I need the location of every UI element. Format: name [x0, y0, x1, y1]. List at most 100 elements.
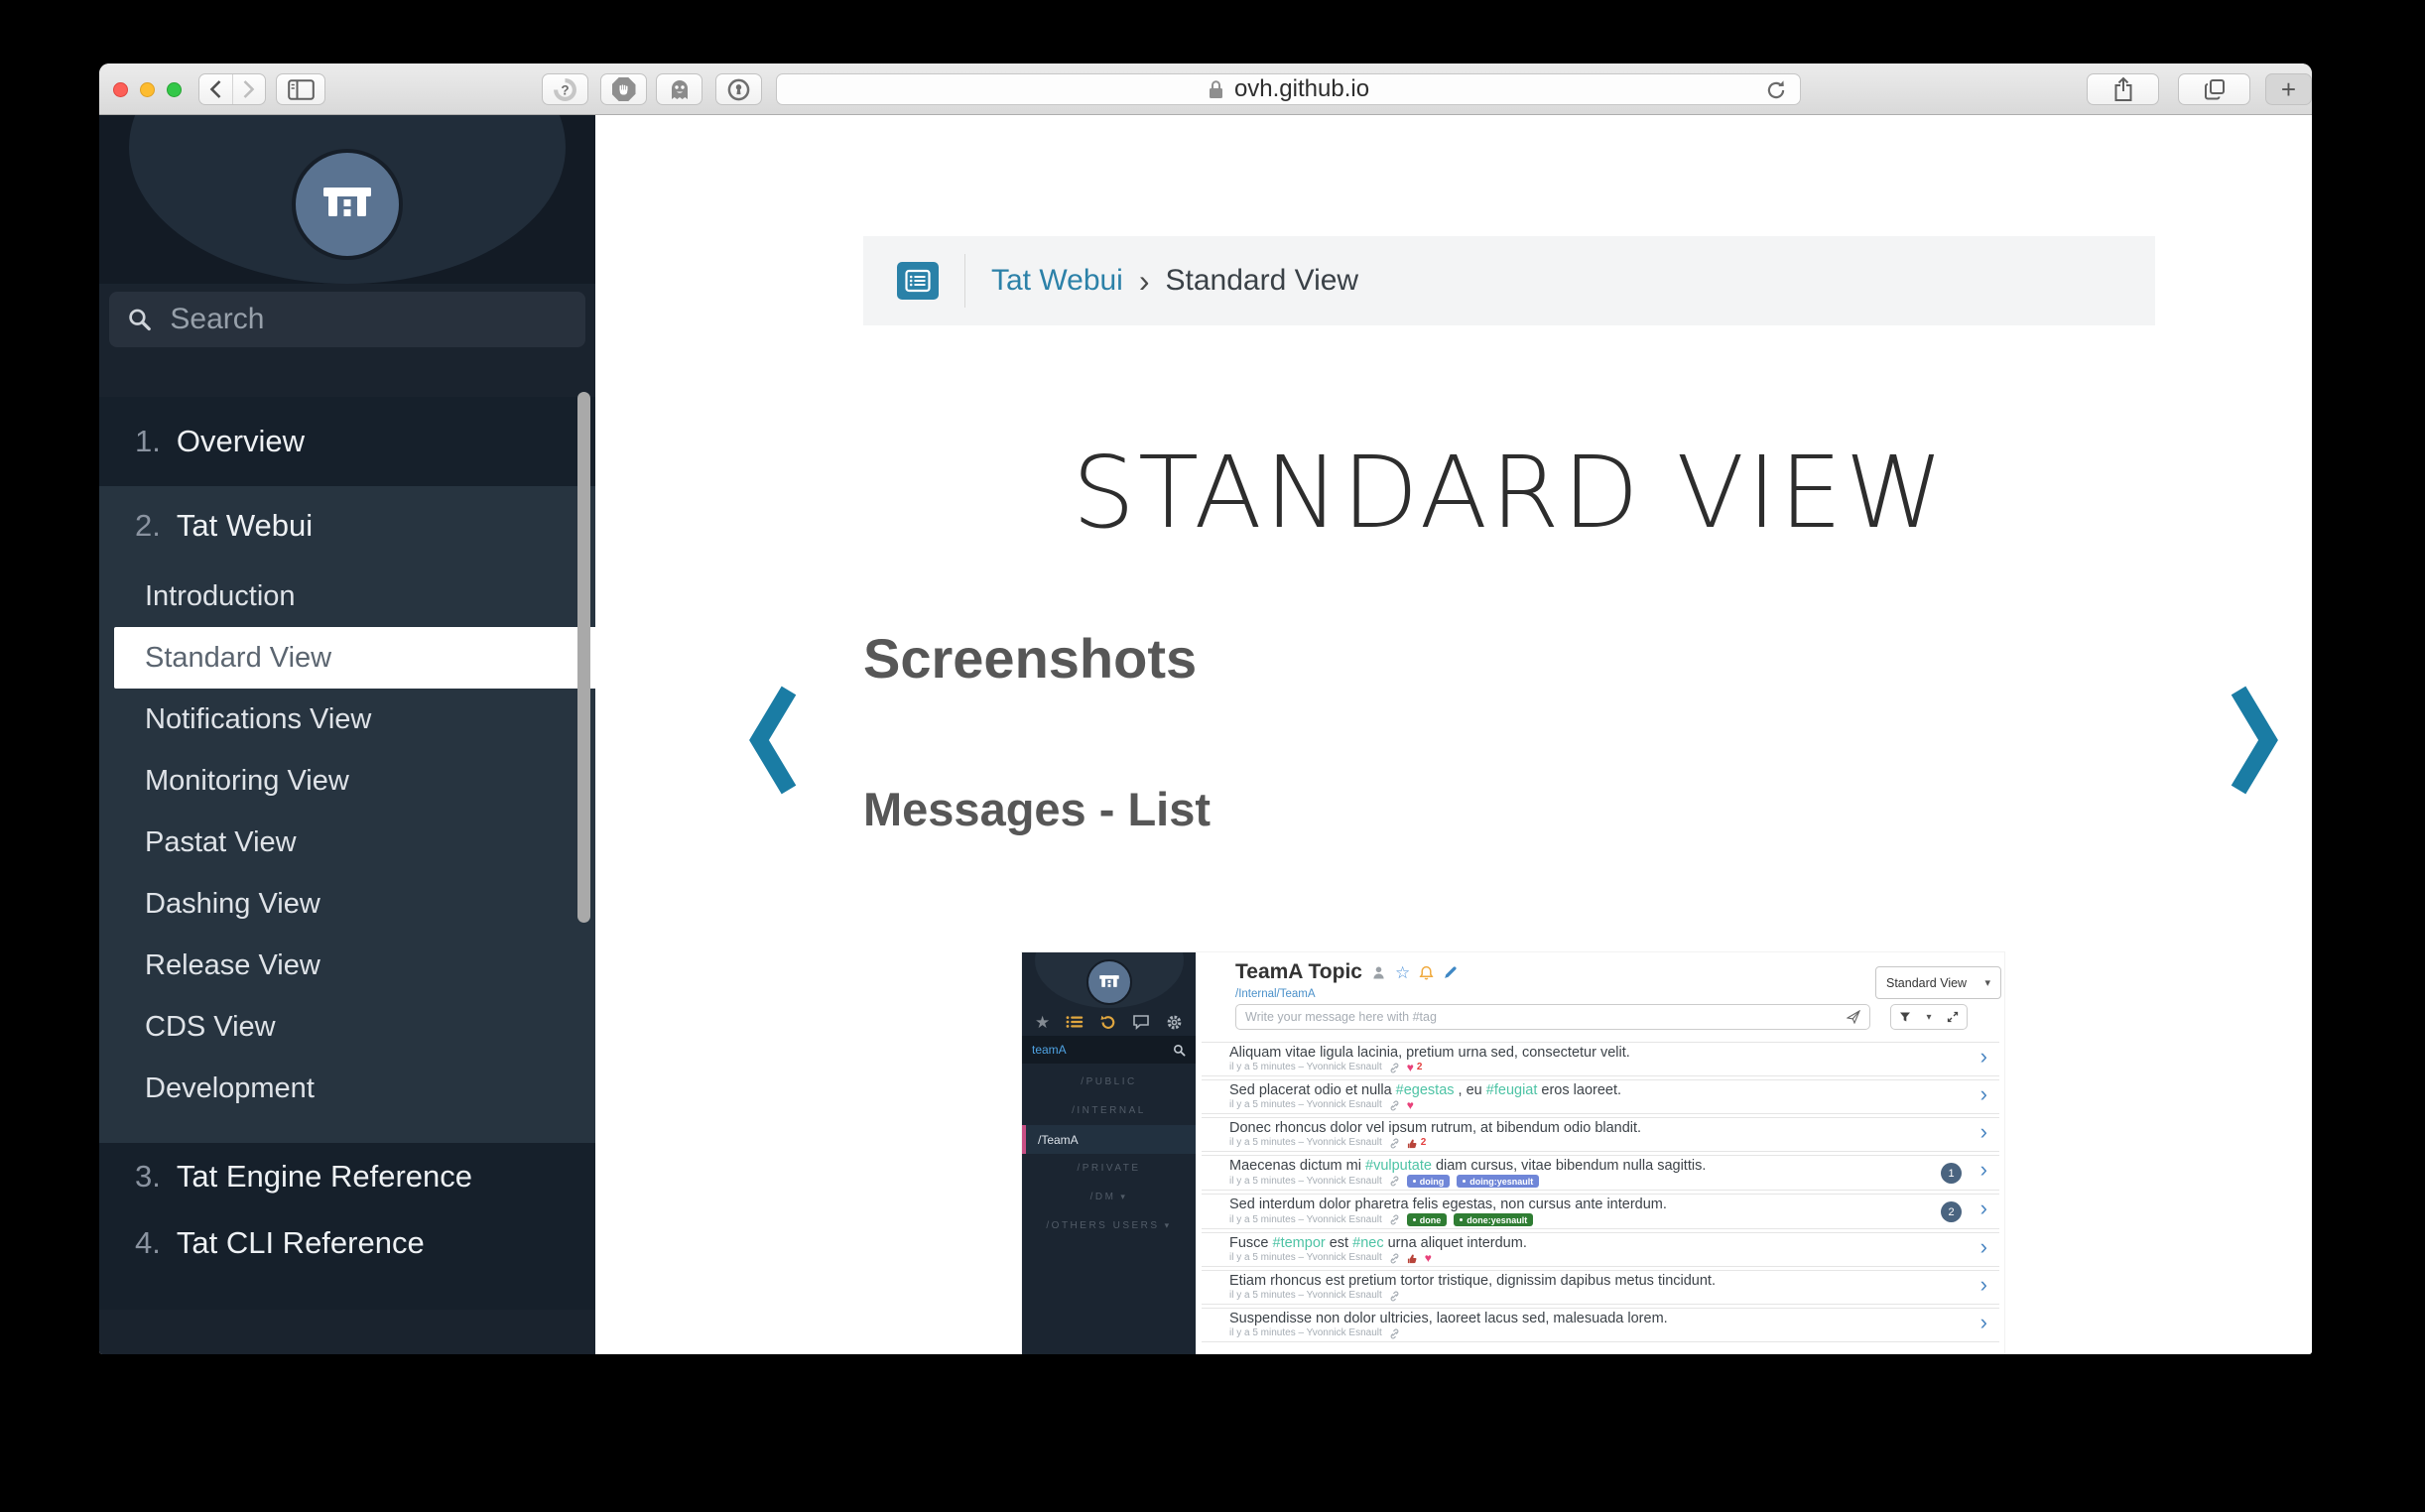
- sidebar-item-dashing-view[interactable]: Dashing View: [99, 873, 595, 935]
- filter-funnel-icon: [1899, 1011, 1911, 1023]
- chevron-right-icon: ›: [1980, 1044, 1987, 1070]
- message-row: Maecenas dictum mi #vulputate diam cursu…: [1202, 1155, 1999, 1191]
- messages-list-heading: Messages - List: [863, 782, 1211, 836]
- search-input[interactable]: [168, 302, 568, 337]
- close-window-button[interactable]: [113, 82, 128, 97]
- breadcrumb-section-link[interactable]: Tat Webui: [991, 264, 1123, 298]
- address-bar[interactable]: ovh.github.io: [776, 73, 1801, 105]
- hashtag: #egestas: [1396, 1082, 1455, 1098]
- topic-public: /PUBLIC: [1022, 1068, 1196, 1096]
- plus-icon: +: [2281, 74, 2296, 105]
- sidebar-item-tat-webui[interactable]: 2. Tat Webui: [99, 486, 595, 566]
- content-blocker-extension-button[interactable]: [600, 73, 647, 105]
- app-search-icon: [1173, 1044, 1186, 1057]
- edit-pencil-icon: [1443, 965, 1458, 980]
- next-page-arrow[interactable]: [2231, 685, 2278, 801]
- label-pill: done: [1407, 1213, 1448, 1226]
- message-row: Sed interdum dolor pharetra felis egesta…: [1202, 1194, 1999, 1229]
- link-icon: [1389, 1138, 1400, 1149]
- chevron-left-icon: [749, 685, 797, 796]
- history-icon: [1099, 1014, 1116, 1031]
- sidebar-item-cds-view[interactable]: CDS View: [99, 996, 595, 1058]
- message-meta: il y a 5 minutes – Yvonnick Esnault: [1229, 1327, 1382, 1339]
- app-sidebar-icons: ★: [1022, 1012, 1196, 1032]
- favorite-topic-icon: ☆: [1395, 964, 1410, 981]
- sidebar-scrollbar[interactable]: [577, 392, 590, 923]
- reload-button[interactable]: [1764, 78, 1788, 109]
- breadcrumb-current-page: Standard View: [1166, 264, 1359, 298]
- app-tat-logo-icon: [1096, 969, 1122, 995]
- caret-down-icon: ▾: [1926, 1012, 1931, 1023]
- sidebar-search[interactable]: [109, 292, 585, 347]
- link-icon: [1389, 1253, 1400, 1264]
- app-sidebar: ★: [1022, 952, 1196, 1354]
- message-row: Fusce #tempor est #nec urna aliquet inte…: [1202, 1232, 1999, 1267]
- topic-path: /Internal/TeamA: [1235, 988, 1316, 1000]
- app-main: TeamA Topic ☆: [1196, 952, 2004, 1354]
- chevron-right-icon: [2231, 685, 2278, 796]
- reaction-count: 2: [1421, 1137, 1427, 1149]
- link-icon: [1389, 1291, 1400, 1302]
- message-text: Suspendisse non dolor ultricies, laoreet…: [1229, 1311, 1930, 1326]
- user-icon: [1371, 965, 1386, 980]
- message-input: Write your message here with #tag: [1235, 1004, 1870, 1030]
- sidebar-toggle-icon: [288, 79, 315, 100]
- reload-icon: [1764, 78, 1788, 102]
- link-icon: [1389, 1214, 1400, 1225]
- help-extension-button[interactable]: ?: [542, 73, 588, 105]
- sidebar-item-tat-cli-reference[interactable]: 4. Tat CLI Reference: [99, 1209, 595, 1276]
- breadcrumb: Tat Webui › Standard View: [863, 236, 2155, 325]
- forward-button[interactable]: [232, 74, 266, 104]
- reaction-count: 2: [1417, 1062, 1423, 1073]
- hashtag: #vulputate: [1365, 1158, 1432, 1174]
- heart-icon: ♥: [1425, 1252, 1432, 1264]
- sidebar-item-tat-engine-reference[interactable]: 3. Tat Engine Reference: [99, 1143, 595, 1209]
- sidebar-item-standard-view[interactable]: Standard View: [114, 627, 595, 689]
- tat-logo-icon: [316, 173, 379, 236]
- sidebar-item-pastat-view[interactable]: Pastat View: [99, 812, 595, 873]
- breadcrumb-divider: [964, 254, 965, 308]
- message-meta: il y a 5 minutes – Yvonnick Esnault: [1229, 1252, 1382, 1264]
- message-text: Fusce #tempor est #nec urna aliquet inte…: [1229, 1235, 1930, 1251]
- heart-icon: ♥: [1407, 1062, 1414, 1073]
- onepassword-extension-button[interactable]: [715, 73, 762, 105]
- toc-button[interactable]: [897, 262, 939, 300]
- tat-logo[interactable]: [292, 149, 403, 260]
- sidebar-item-monitoring-view[interactable]: Monitoring View: [99, 750, 595, 812]
- message-meta: il y a 5 minutes – Yvonnick Esnault: [1229, 1290, 1382, 1302]
- sidebar-item-overview[interactable]: 1. Overview: [99, 397, 595, 486]
- expand-icon: [1947, 1011, 1959, 1023]
- link-icon: [1389, 1328, 1400, 1339]
- app-topic-search: teamA: [1022, 1036, 1196, 1064]
- new-tab-button[interactable]: +: [2265, 73, 2312, 105]
- message-row: Donec rhoncus dolor vel ipsum rutrum, at…: [1202, 1117, 1999, 1152]
- sidebar-item-development[interactable]: Development: [99, 1058, 595, 1119]
- previous-page-arrow[interactable]: [749, 685, 797, 801]
- show-all-tabs-button[interactable]: [2178, 73, 2250, 105]
- minimize-window-button[interactable]: [140, 82, 155, 97]
- topic-teama: /TeamA: [1022, 1125, 1196, 1154]
- thumbs-up-icon: [1407, 1253, 1418, 1264]
- link-icon: [1389, 1176, 1400, 1187]
- browser-toolbar[interactable]: ?: [99, 63, 2312, 115]
- message-input-placeholder: Write your message here with #tag: [1245, 1010, 1437, 1024]
- sidebar-item-introduction[interactable]: Introduction: [99, 566, 595, 627]
- main-content: Tat Webui › Standard View STANDARD VIEW …: [595, 115, 2312, 1354]
- topic-title: TeamA Topic: [1235, 960, 1362, 984]
- ghostery-extension-button[interactable]: [656, 73, 702, 105]
- sidebar-toggle-button[interactable]: [276, 73, 325, 105]
- link-icon: [1389, 1100, 1400, 1111]
- sidebar-item-release-view[interactable]: Release View: [99, 935, 595, 996]
- chat-icon: [1132, 1014, 1150, 1030]
- app-search-value: teamA: [1032, 1043, 1067, 1057]
- zoom-window-button[interactable]: [167, 82, 182, 97]
- message-text: Sed interdum dolor pharetra felis egesta…: [1229, 1197, 1930, 1212]
- share-button[interactable]: [2087, 73, 2159, 105]
- breadcrumb-separator-icon: ›: [1139, 263, 1150, 300]
- label-pill: done:yesnault: [1454, 1213, 1533, 1226]
- message-text: Etiam rhoncus est pretium tortor tristiq…: [1229, 1273, 1930, 1289]
- screenshots-heading: Screenshots: [863, 626, 1197, 691]
- back-button[interactable]: [199, 74, 232, 104]
- sidebar-item-notifications-view[interactable]: Notifications View: [99, 689, 595, 750]
- hashtag: #feugiat: [1486, 1082, 1538, 1098]
